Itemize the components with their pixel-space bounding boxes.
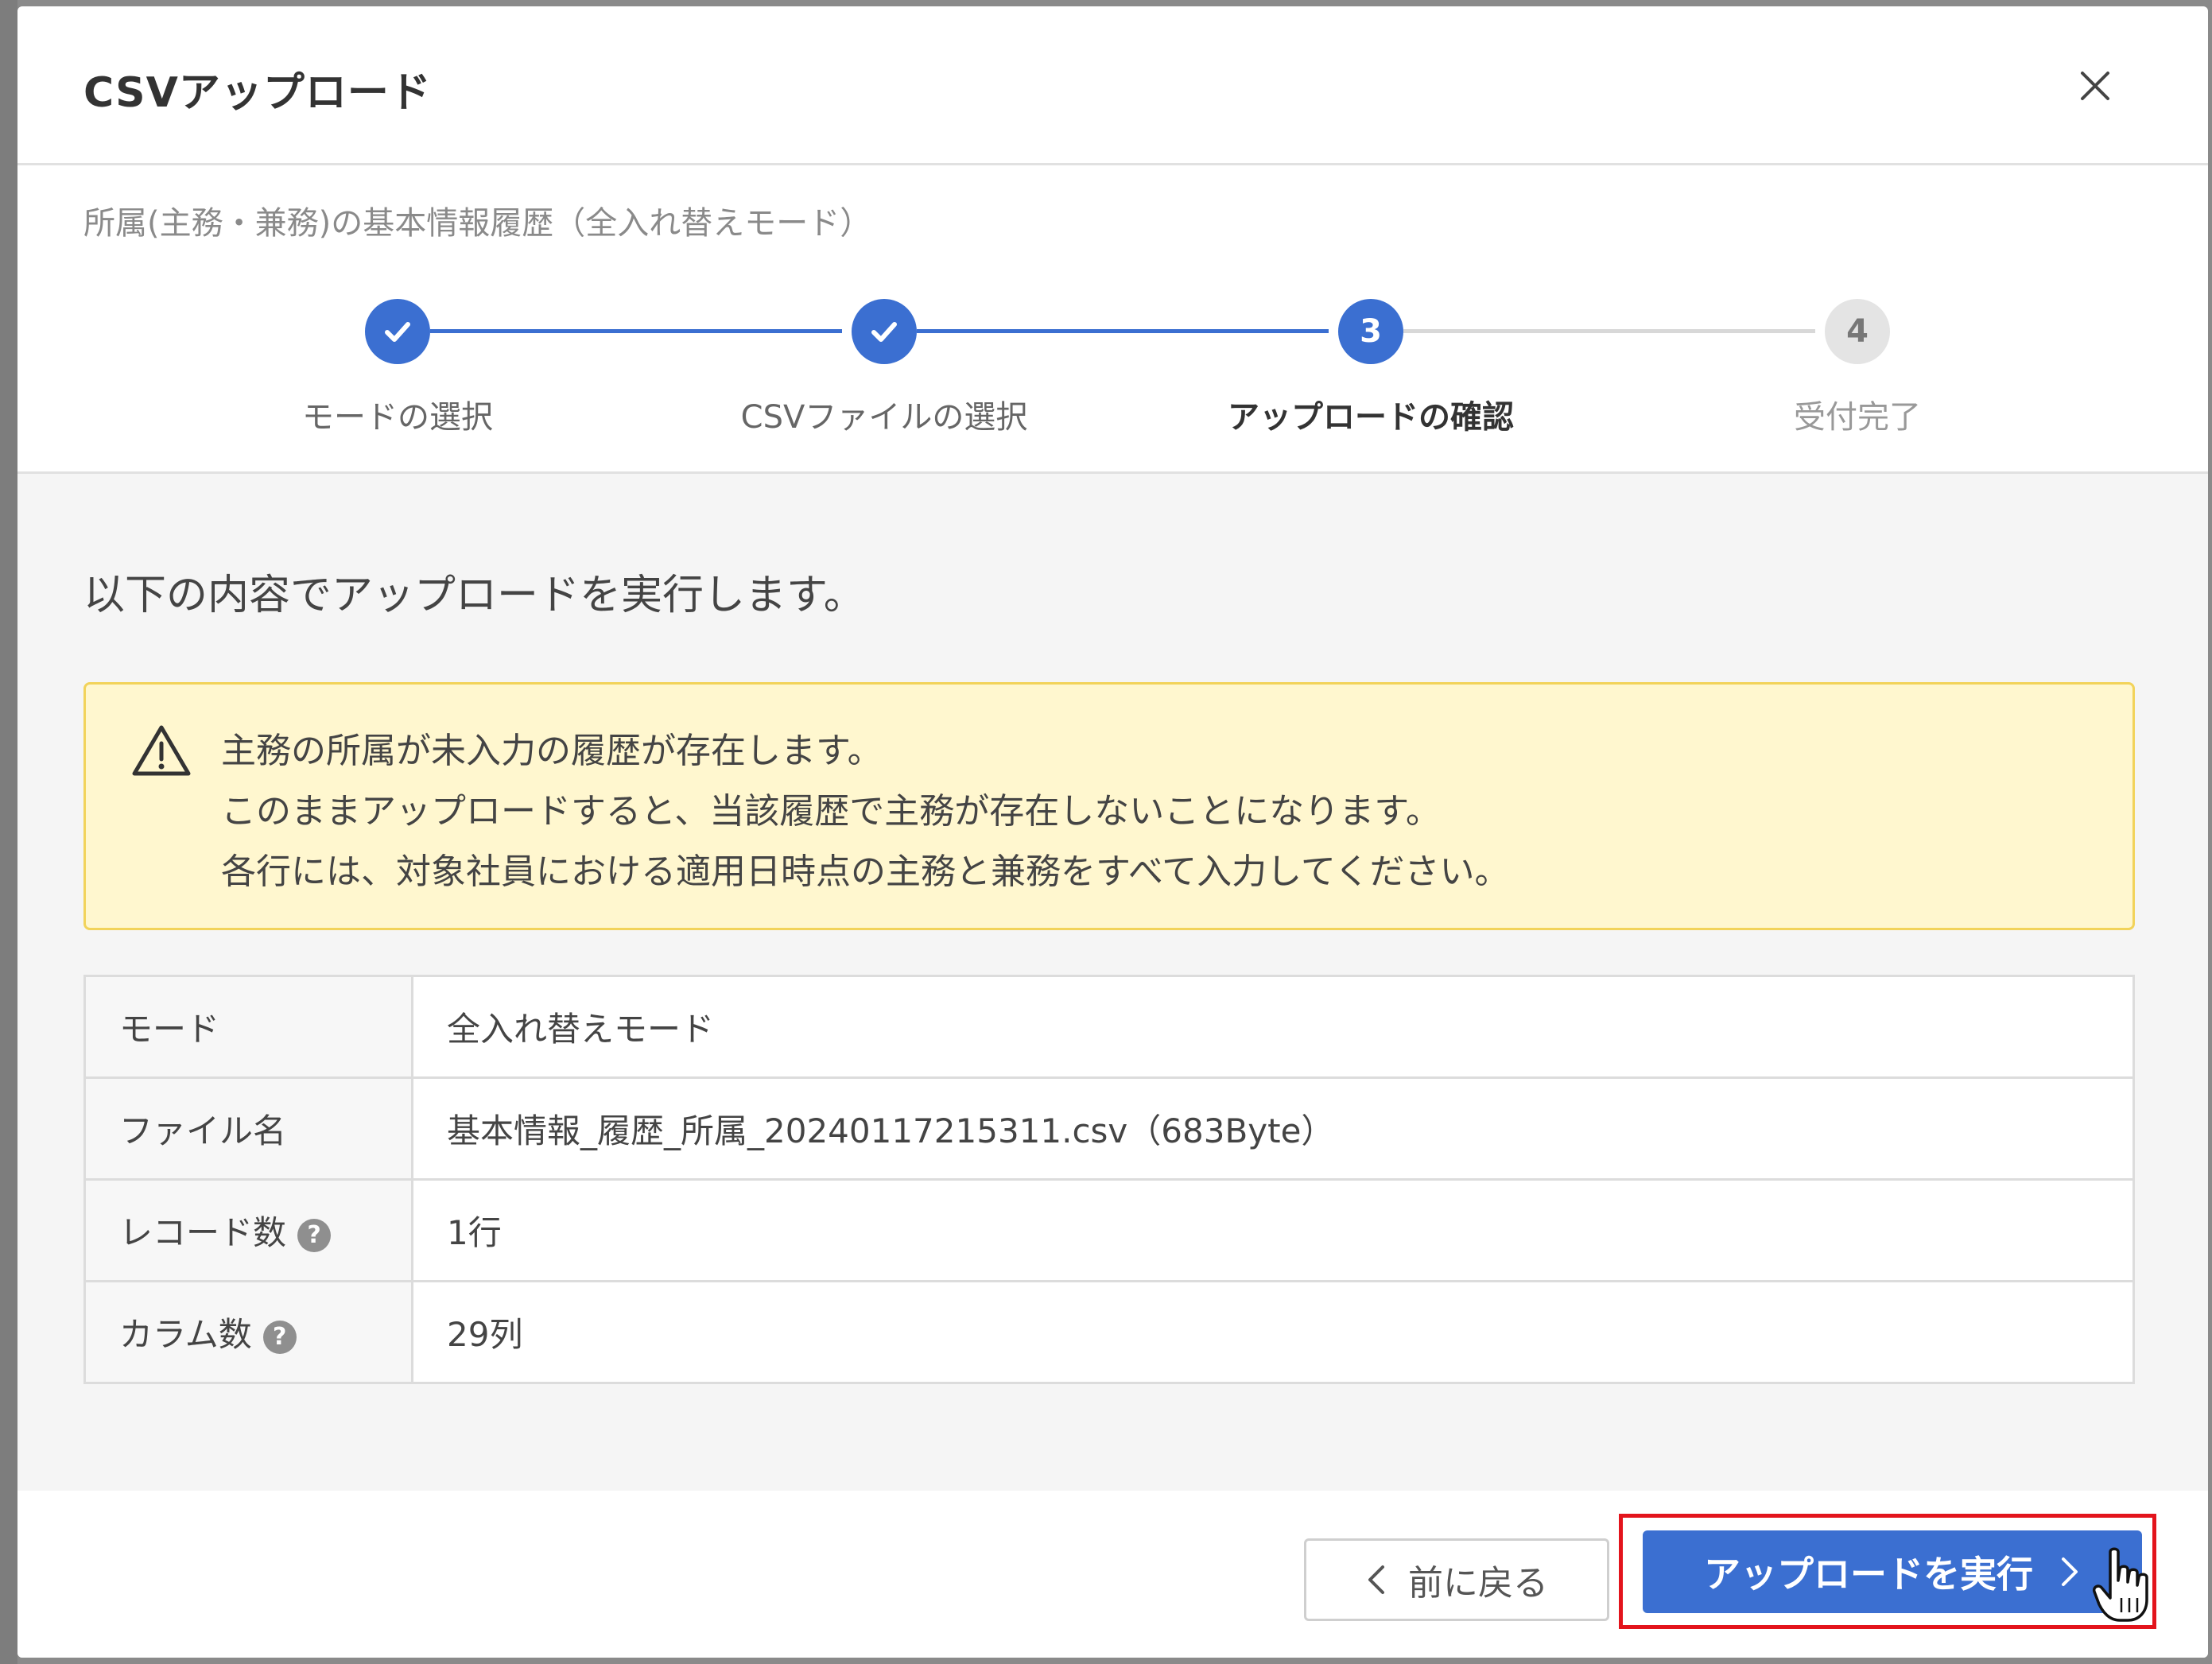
page-backdrop <box>0 0 17 1664</box>
record-count-label: レコード数 <box>119 1213 287 1252</box>
table-row: レコード数? 1行 <box>83 1178 2135 1282</box>
modal-title: CSVアップロード <box>83 69 432 117</box>
upload-summary-table: モード 全入れ替えモード ファイル名 基本情報_履歴_所属_2024011721… <box>83 975 2135 1384</box>
step-1-check-icon <box>365 299 430 364</box>
step-connector <box>917 329 1329 333</box>
row-value-record-count: 1行 <box>411 1178 2135 1282</box>
warning-line: 各行には、対象社員における適用日時点の主務と兼務をすべて入力してください。 <box>221 851 1510 892</box>
chevron-left-icon <box>1368 1565 1384 1594</box>
instruction-text: 以下の内容でアップロードを実行します。 <box>83 572 865 619</box>
step-connector <box>430 329 842 333</box>
warning-triangle-icon <box>132 725 191 776</box>
modal-body: 以下の内容でアップロードを実行します。 主務の所属が未入力の履歴が存在します。 … <box>17 471 2208 1491</box>
row-value-column-count: 29列 <box>411 1280 2135 1384</box>
upload-stepper: 3 4 モードの選択 CSVファイルの選択 アップロードの確認 受付完了 <box>17 293 2208 452</box>
column-count-label: カラム数 <box>119 1315 252 1354</box>
chevron-right-icon <box>2062 1557 2078 1586</box>
table-row: カラム数? 29列 <box>83 1280 2135 1384</box>
close-icon[interactable] <box>2073 64 2117 108</box>
row-key-mode: モード <box>83 975 413 1079</box>
help-icon[interactable]: ? <box>262 1320 297 1354</box>
hand-cursor-icon <box>2092 1547 2148 1622</box>
modal-header: CSVアップロード <box>17 6 2208 165</box>
execute-upload-button[interactable]: アップロードを実行 <box>1643 1530 2142 1613</box>
row-key-column-count: カラム数? <box>83 1280 413 1384</box>
warning-box: 主務の所属が未入力の履歴が存在します。 このままアップロードすると、当該履歴で主… <box>83 682 2135 930</box>
step-2-label: CSVファイルの選択 <box>740 399 1028 436</box>
row-key-record-count: レコード数? <box>83 1178 413 1282</box>
step-3-number: 3 <box>1338 299 1403 364</box>
execute-button-label: アップロードを実行 <box>1704 1553 2033 1596</box>
step-3-label: アップロードの確認 <box>1228 399 1514 436</box>
help-icon[interactable]: ? <box>297 1218 332 1252</box>
step-4-label: 受付完了 <box>1794 399 1921 436</box>
table-row: ファイル名 基本情報_履歴_所属_20240117215311.csv（683B… <box>83 1076 2135 1181</box>
row-value-filename: 基本情報_履歴_所属_20240117215311.csv（683Byte） <box>411 1076 2135 1181</box>
csv-upload-modal: CSVアップロード 所属(主務・兼務)の基本情報履歴（全入れ替えモード） 3 4… <box>17 6 2208 1658</box>
step-4-number: 4 <box>1825 299 1890 364</box>
step-2-check-icon <box>852 299 917 364</box>
row-value-mode: 全入れ替えモード <box>411 975 2135 1079</box>
back-button-label: 前に戻る <box>1408 1563 1548 1604</box>
warning-line: 主務の所属が未入力の履歴が存在します。 <box>221 731 883 771</box>
step-connector <box>1403 329 1815 333</box>
warning-message: 主務の所属が未入力の履歴が存在します。 このままアップロードすると、当該履歴で主… <box>221 721 1510 902</box>
step-1-label: モードの選択 <box>302 399 493 436</box>
table-row: モード 全入れ替えモード <box>83 975 2135 1079</box>
modal-subtitle: 所属(主務・兼務)の基本情報履歴（全入れ替えモード） <box>83 205 872 242</box>
back-button[interactable]: 前に戻る <box>1304 1538 1609 1621</box>
warning-line: このままアップロードすると、当該履歴で主務が存在しないことになります。 <box>221 791 1441 832</box>
row-key-filename: ファイル名 <box>83 1076 413 1181</box>
